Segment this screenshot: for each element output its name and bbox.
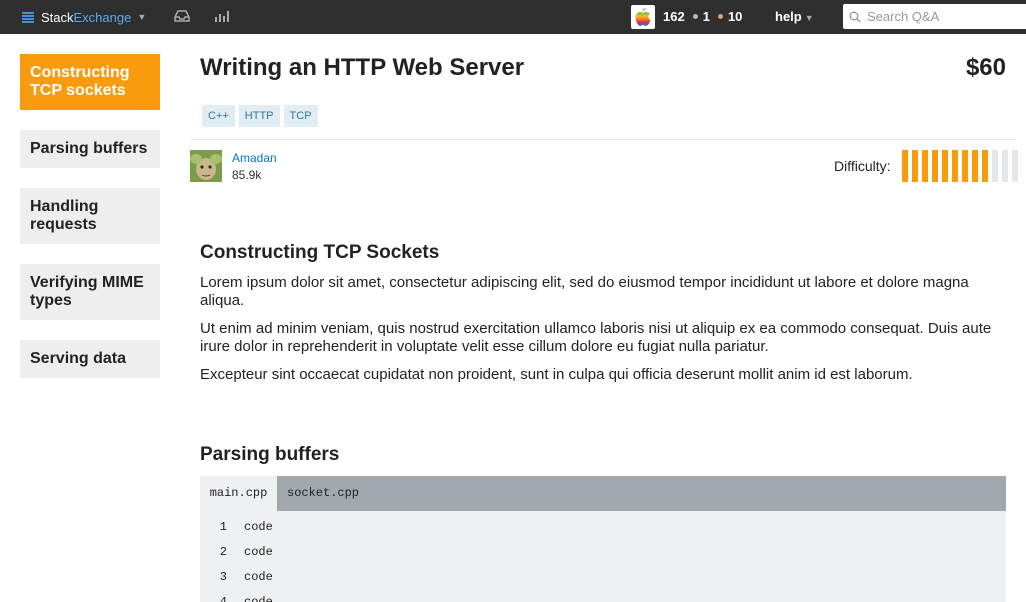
inbox-icon[interactable] <box>174 10 190 22</box>
sidebar-item-label: Parsing buffers <box>30 140 148 157</box>
sidebar-item-handling-requests[interactable]: Handling requests <box>20 188 160 244</box>
site-switcher[interactable]: Stack Exchange ▼ <box>22 8 146 26</box>
difficulty-bar-empty <box>1002 150 1008 182</box>
silver-badge-count: 1 <box>702 9 710 24</box>
section-heading-parsing-buffers: Parsing buffers <box>200 444 340 465</box>
search-input[interactable] <box>865 8 1019 25</box>
difficulty-bar-filled <box>982 150 988 182</box>
tag-tcp[interactable]: TCP <box>283 105 318 127</box>
sidebar-item-constructing-tcp-sockets[interactable]: Constructing TCP sockets <box>20 54 160 110</box>
code-text: code <box>244 570 273 584</box>
difficulty-bar-filled <box>912 150 918 182</box>
difficulty-bar-empty <box>1012 150 1018 182</box>
code-file-tabs: main.cpp socket.cpp <box>200 476 1006 511</box>
code-line: 2 code <box>200 545 1006 570</box>
difficulty-bar-empty <box>992 150 998 182</box>
author-name-link[interactable]: Amadan <box>232 151 277 165</box>
page-title: Writing an HTTP Web Server <box>200 54 525 81</box>
bounty-price: $60 <box>965 54 1006 81</box>
tag-cpp[interactable]: C++ <box>202 105 235 127</box>
header-divider <box>190 139 1016 140</box>
sidebar-item-label: Handling requests <box>30 198 99 233</box>
difficulty-bar-filled <box>942 150 948 182</box>
line-number: 3 <box>219 570 227 584</box>
author-reputation: 85.9k <box>232 168 262 182</box>
achievements-icon[interactable] <box>214 10 230 22</box>
help-menu[interactable]: help ▼ <box>775 9 814 24</box>
difficulty-bar-filled <box>932 150 938 182</box>
difficulty-meter <box>902 150 1018 182</box>
tag-http[interactable]: HTTP <box>238 105 280 127</box>
code-line: 4 code <box>200 595 1006 602</box>
code-line: 3 code <box>200 570 1006 595</box>
sidebar-item-label: Verifying MIME types <box>30 274 144 309</box>
line-number: 1 <box>219 520 227 534</box>
reputation-summary[interactable]: 162 1 10 <box>663 9 742 24</box>
chevron-down-icon: ▼ <box>804 13 814 23</box>
chevron-down-icon: ▼ <box>137 12 147 22</box>
tab-main-cpp[interactable]: main.cpp <box>200 476 277 511</box>
difficulty-label: Difficulty: <box>834 158 891 174</box>
sidebar-item-serving-data[interactable]: Serving data <box>20 340 160 378</box>
search-box <box>843 4 1026 29</box>
section-paragraph: Lorem ipsum dolor sit amet, consectetur … <box>200 274 969 309</box>
sidebar-item-verifying-mime-types[interactable]: Verifying MIME types <box>20 264 160 320</box>
sidebar-item-parsing-buffers[interactable]: Parsing buffers <box>20 130 160 168</box>
code-text: code <box>244 595 273 602</box>
sidebar-item-label: Constructing TCP sockets <box>30 64 130 99</box>
difficulty-bar-filled <box>922 150 928 182</box>
user-avatar-icon[interactable] <box>631 5 655 29</box>
difficulty-bar-filled <box>972 150 978 182</box>
stackexchange-logo-icon <box>22 11 34 23</box>
search-icon <box>849 11 861 23</box>
sidebar-item-label: Serving data <box>30 350 127 367</box>
line-number: 4 <box>219 595 227 602</box>
help-label: help <box>775 9 802 24</box>
section-paragraph: Excepteur sint occaecat cupidatat non pr… <box>200 366 913 383</box>
code-text: code <box>244 545 273 559</box>
apple-logo-icon <box>635 8 651 26</box>
code-text: code <box>244 520 273 534</box>
silver-badge-icon <box>692 14 698 19</box>
line-number: 2 <box>219 545 227 559</box>
code-editor[interactable]: 1 code 2 code 3 code 4 code <box>200 511 1006 602</box>
author-avatar[interactable] <box>190 150 222 182</box>
code-line: 1 code <box>200 520 1006 545</box>
difficulty-bar-filled <box>962 150 968 182</box>
top-bar: Stack Exchange ▼ 162 1 10 help ▼ Search … <box>0 0 1026 34</box>
bronze-badge-count: 10 <box>727 9 743 24</box>
difficulty-bar-filled <box>952 150 958 182</box>
bronze-badge-icon <box>717 14 723 19</box>
tab-socket-cpp[interactable]: socket.cpp <box>277 476 387 511</box>
brand-word-exchange: Exchange <box>73 9 132 25</box>
section-heading-constructing-tcp-sockets: Constructing TCP Sockets <box>200 242 440 263</box>
reputation-count: 162 <box>663 9 685 24</box>
difficulty-bar-filled <box>902 150 908 182</box>
tag-list: C++ HTTP TCP <box>202 105 318 127</box>
section-paragraph: Ut enim ad minim veniam, quis nostrud ex… <box>200 320 992 355</box>
brand-word-stack: Stack <box>41 9 74 25</box>
